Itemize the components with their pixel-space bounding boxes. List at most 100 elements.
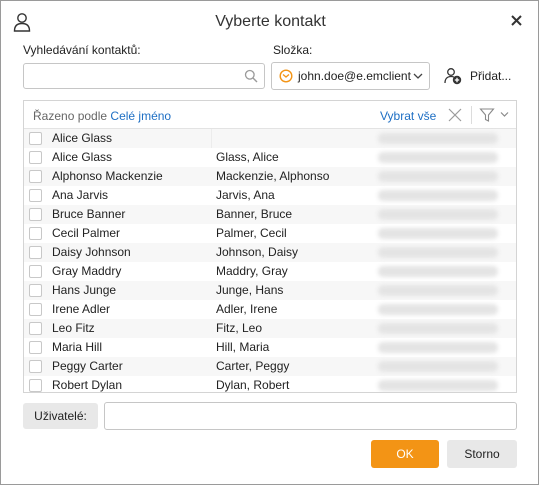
contact-name: Gray Maddry bbox=[52, 264, 122, 278]
contact-name: Alice Glass bbox=[52, 131, 113, 145]
users-button[interactable]: Uživatelé: bbox=[23, 403, 98, 429]
contact-checkbox[interactable] bbox=[29, 151, 42, 164]
chevron-down-icon bbox=[413, 73, 423, 79]
contact-row[interactable]: Alice Glass bbox=[24, 129, 516, 148]
contact-sort-name: Hill, Maria bbox=[216, 340, 270, 354]
dialog-title: Vyberte kontakt bbox=[215, 13, 326, 30]
search-label: Vyhledávání kontaktů: bbox=[23, 43, 141, 57]
add-user-icon bbox=[444, 68, 462, 85]
contact-name: Bruce Banner bbox=[52, 207, 126, 221]
contact-sort-name: Glass, Alice bbox=[216, 150, 279, 164]
contact-checkbox[interactable] bbox=[29, 303, 42, 316]
contact-sort-name: Mackenzie, Alphonso bbox=[216, 169, 330, 183]
contact-row[interactable]: Robert Dylan Dylan, Robert bbox=[24, 376, 516, 392]
contact-name: Cecil Palmer bbox=[52, 226, 121, 240]
sort-indicator: Řazeno podle Celé jméno bbox=[33, 109, 171, 123]
contact-email-redacted bbox=[378, 209, 498, 220]
close-icon bbox=[510, 14, 522, 26]
contact-search-input[interactable] bbox=[23, 63, 265, 89]
contact-email-redacted bbox=[378, 285, 498, 296]
contact-checkbox[interactable] bbox=[29, 170, 42, 183]
contact-email-redacted bbox=[378, 152, 498, 163]
folder-dropdown[interactable]: john.doe@e.emclient bbox=[271, 62, 430, 90]
contact-sort-name: Jarvis, Ana bbox=[216, 188, 275, 202]
contact-sort-name: Fitz, Leo bbox=[216, 321, 263, 335]
contact-row[interactable]: Irene Adler Adler, Irene bbox=[24, 300, 516, 319]
contact-rows: Alice Glass Alice Glass Glass, Alice Alp… bbox=[24, 129, 516, 392]
contact-row[interactable]: Gray Maddry Maddry, Gray bbox=[24, 262, 516, 281]
contact-name: Leo Fitz bbox=[52, 321, 95, 335]
contact-checkbox[interactable] bbox=[29, 265, 42, 278]
contact-name: Ana Jarvis bbox=[52, 188, 109, 202]
contact-email-redacted bbox=[378, 171, 498, 182]
users-input[interactable] bbox=[104, 402, 517, 430]
contact-row[interactable]: Maria Hill Hill, Maria bbox=[24, 338, 516, 357]
header-divider bbox=[471, 106, 472, 124]
contact-name: Maria Hill bbox=[52, 340, 103, 354]
add-contact-button[interactable]: Přidat... bbox=[441, 63, 517, 89]
contact-checkbox[interactable] bbox=[29, 227, 42, 240]
folder-label: Složka: bbox=[273, 43, 313, 57]
ok-button[interactable]: OK bbox=[371, 440, 439, 468]
folder-selected-value: john.doe@e.emclient bbox=[298, 69, 411, 83]
sort-prefix: Řazeno podle bbox=[33, 109, 108, 123]
contact-name: Daisy Johnson bbox=[52, 245, 131, 259]
contact-row[interactable]: Hans Junge Junge, Hans bbox=[24, 281, 516, 300]
contact-row[interactable]: Alphonso Mackenzie Mackenzie, Alphonso bbox=[24, 167, 516, 186]
contact-email-redacted bbox=[378, 133, 498, 144]
contact-email-redacted bbox=[378, 361, 498, 372]
contact-name: Hans Junge bbox=[52, 283, 117, 297]
contact-list: Řazeno podle Celé jméno Vybrat vše Alice… bbox=[23, 100, 517, 393]
contact-row[interactable]: Leo Fitz Fitz, Leo bbox=[24, 319, 516, 338]
sort-field-link[interactable]: Celé jméno bbox=[110, 109, 171, 123]
cancel-button[interactable]: Storno bbox=[447, 440, 517, 468]
contact-sort-name: Junge, Hans bbox=[216, 283, 284, 297]
contact-checkbox[interactable] bbox=[29, 322, 42, 335]
contact-name: Alice Glass bbox=[52, 150, 113, 164]
select-contact-dialog: Vyberte kontakt Vyhledávání kontaktů: Sl… bbox=[0, 0, 539, 485]
contact-row[interactable]: Peggy Carter Carter, Peggy bbox=[24, 357, 516, 376]
contact-row[interactable]: Alice Glass Glass, Alice bbox=[24, 148, 516, 167]
search-icon[interactable] bbox=[244, 69, 258, 83]
contact-row[interactable]: Ana Jarvis Jarvis, Ana bbox=[24, 186, 516, 205]
contact-name: Irene Adler bbox=[52, 302, 111, 316]
filter-icon[interactable] bbox=[479, 107, 495, 123]
contact-email-redacted bbox=[378, 190, 498, 201]
contact-sort-name: Adler, Irene bbox=[216, 302, 278, 316]
contact-row[interactable]: Cecil Palmer Palmer, Cecil bbox=[24, 224, 516, 243]
contact-checkbox[interactable] bbox=[29, 284, 42, 297]
mail-folder-icon bbox=[279, 69, 293, 83]
contact-sort-name: Dylan, Robert bbox=[216, 378, 290, 392]
contact-sort-name: Banner, Bruce bbox=[216, 207, 293, 221]
contact-checkbox[interactable] bbox=[29, 189, 42, 202]
column-divider bbox=[211, 129, 212, 148]
contact-list-header: Řazeno podle Celé jméno Vybrat vše bbox=[24, 101, 516, 129]
contact-checkbox[interactable] bbox=[29, 341, 42, 354]
contact-email-redacted bbox=[378, 304, 498, 315]
select-all-link[interactable]: Vybrat vše bbox=[380, 109, 436, 123]
contact-email-redacted bbox=[378, 228, 498, 239]
contact-checkbox[interactable] bbox=[29, 360, 42, 373]
contact-sort-name: Palmer, Cecil bbox=[216, 226, 287, 240]
contact-sort-name: Johnson, Daisy bbox=[216, 245, 299, 259]
contact-email-redacted bbox=[378, 247, 498, 258]
contact-checkbox[interactable] bbox=[29, 208, 42, 221]
contact-email-redacted bbox=[378, 380, 498, 391]
contact-checkbox[interactable] bbox=[29, 379, 42, 392]
contact-sort-name: Carter, Peggy bbox=[216, 359, 290, 373]
add-contact-label: Přidat... bbox=[470, 69, 512, 83]
contact-email-redacted bbox=[378, 342, 498, 353]
contact-row[interactable]: Daisy Johnson Johnson, Daisy bbox=[24, 243, 516, 262]
contact-checkbox[interactable] bbox=[29, 246, 42, 259]
clear-x-icon[interactable] bbox=[447, 107, 463, 123]
close-button[interactable] bbox=[506, 10, 526, 30]
contact-email-redacted bbox=[378, 323, 498, 334]
contact-name: Robert Dylan bbox=[52, 378, 123, 392]
contact-name: Alphonso Mackenzie bbox=[52, 169, 163, 183]
contact-checkbox[interactable] bbox=[29, 132, 42, 145]
contact-name: Peggy Carter bbox=[52, 359, 123, 373]
contact-email-redacted bbox=[378, 266, 498, 277]
chevron-down-icon[interactable] bbox=[500, 111, 509, 118]
contact-row[interactable]: Bruce Banner Banner, Bruce bbox=[24, 205, 516, 224]
contact-sort-name: Maddry, Gray bbox=[216, 264, 288, 278]
